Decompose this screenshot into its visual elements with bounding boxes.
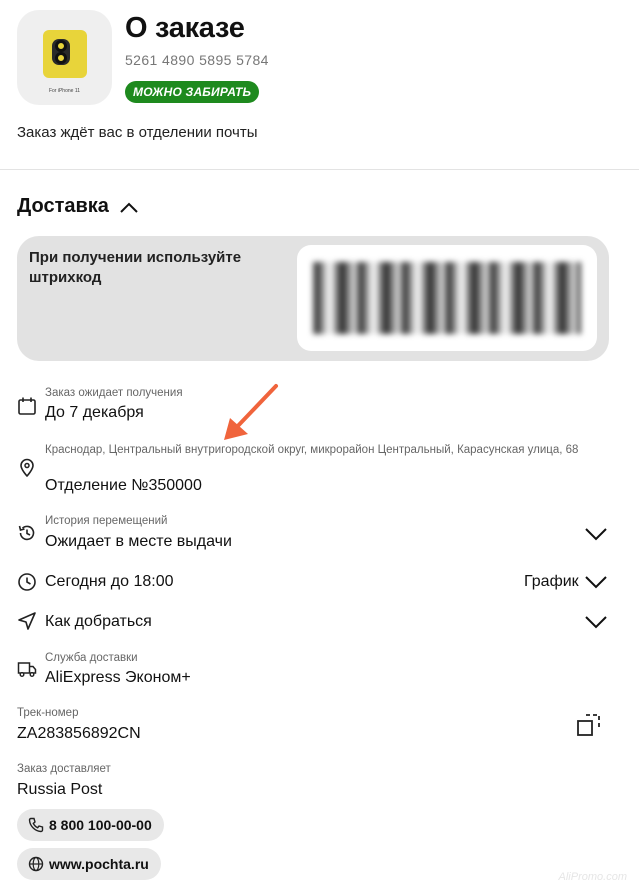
pickup-address: Краснодар, Центральный внутригородской о…: [45, 444, 579, 456]
barcode-instruction: При получении используйте штрихкод: [29, 249, 242, 286]
chevron-down-icon[interactable]: [584, 574, 608, 590]
delivery-truck-icon: [17, 662, 37, 677]
history-label: История перемещений: [45, 515, 168, 527]
page-title: О заказе: [125, 12, 245, 44]
order-header: For iPhone 11 О заказе 5261 4890 5895 57…: [17, 10, 617, 110]
globe-icon: [28, 856, 44, 872]
track-number: ZA283856892CN: [17, 725, 141, 742]
order-wait-message: Заказ ждёт вас в отделении почты: [17, 124, 258, 141]
history-status[interactable]: Ожидает в месте выдачи: [45, 533, 232, 551]
carrier-name: Russia Post: [17, 781, 103, 798]
product-thumbnail[interactable]: For iPhone 11: [17, 10, 112, 105]
phone-button[interactable]: 8 800 100-00-00: [17, 809, 164, 841]
directions-link[interactable]: Как добраться: [45, 613, 152, 631]
phone-case-image: [43, 30, 87, 78]
website-button[interactable]: www.pochta.ru: [17, 848, 161, 880]
barcode-container[interactable]: [297, 245, 597, 351]
location-pin-icon: [20, 458, 34, 478]
order-number: 5261 4890 5895 5784: [125, 52, 269, 68]
website-url: www.pochta.ru: [49, 856, 149, 872]
awaiting-date: До 7 декабря: [45, 404, 144, 421]
delivery-service-name: AliExpress Эконом+: [45, 669, 191, 686]
chevron-down-icon[interactable]: [584, 526, 608, 542]
clock-icon: [18, 573, 36, 591]
calendar-icon: [18, 397, 36, 415]
navigation-arrow-icon: [18, 612, 36, 630]
schedule-toggle[interactable]: График: [524, 573, 579, 591]
track-number-label: Трек-номер: [17, 707, 79, 719]
copy-icon[interactable]: [576, 712, 602, 738]
chevron-down-icon[interactable]: [584, 614, 608, 630]
phone-number: 8 800 100-00-00: [49, 817, 152, 833]
divider: [0, 169, 639, 170]
barcode-image: [313, 262, 581, 334]
post-office-number[interactable]: Отделение №350000: [45, 477, 202, 495]
delivery-section-title[interactable]: Доставка: [17, 195, 109, 218]
working-hours: Сегодня до 18:00: [45, 573, 174, 590]
delivery-service-label: Служба доставки: [45, 652, 138, 664]
chevron-up-icon[interactable]: [118, 198, 140, 218]
watermark: AliPromo.com: [558, 871, 627, 883]
carrier-label: Заказ доставляет: [17, 763, 111, 775]
history-icon: [18, 525, 35, 541]
thumbnail-caption: For iPhone 11: [48, 88, 81, 94]
status-badge: МОЖНО ЗАБИРАТЬ: [125, 81, 260, 103]
awaiting-label: Заказ ожидает получения: [45, 387, 183, 399]
phone-icon: [28, 817, 44, 833]
annotation-arrow-icon: [224, 384, 278, 440]
barcode-card: При получении используйте штрихкод: [17, 236, 609, 361]
